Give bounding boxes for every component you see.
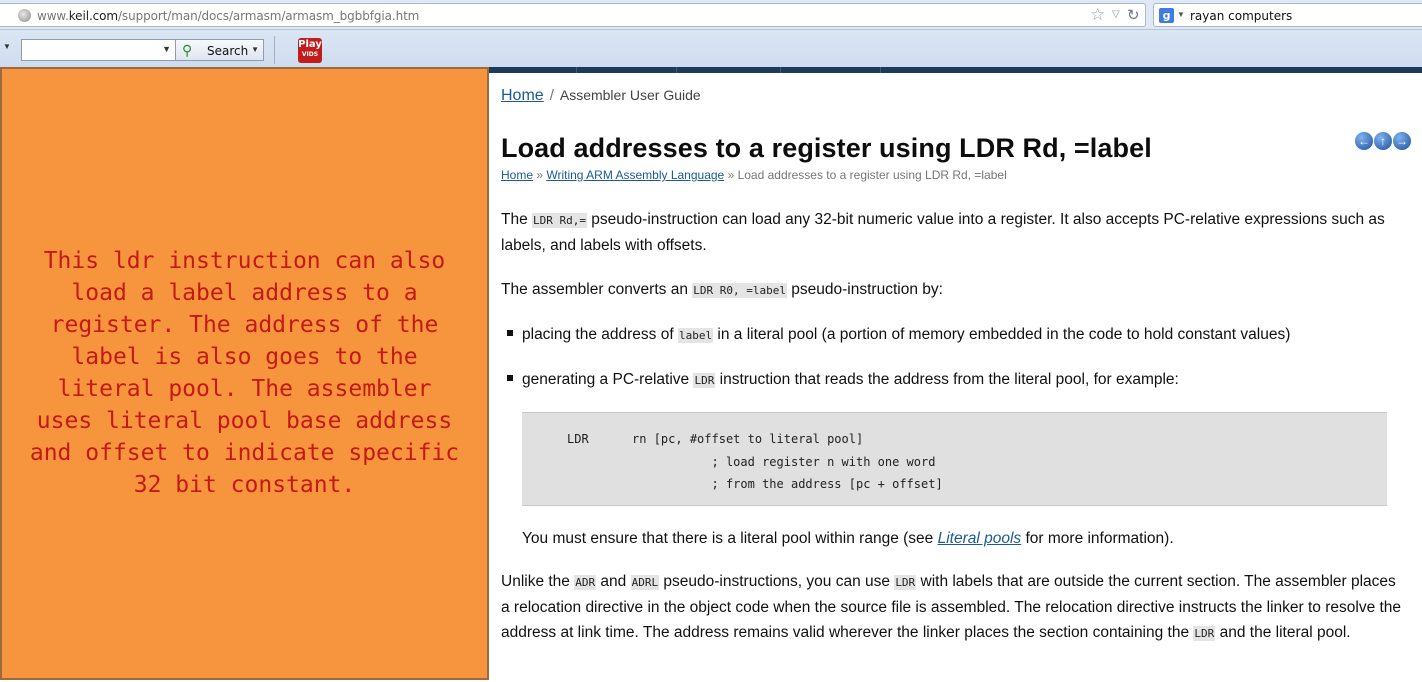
inline-code: LDR (1193, 626, 1216, 641)
inline-code: label (677, 328, 714, 343)
breadcrumb-separator: / (549, 87, 554, 104)
history-dropdown-icon[interactable]: ▽ (1112, 9, 1120, 20)
subcrumb-home-link[interactable]: Home (501, 168, 533, 182)
previous-page-icon[interactable]: ← (1355, 132, 1373, 150)
inline-code: LDR Rd,= (532, 213, 587, 228)
breadcrumb: Home / Assembler User Guide (501, 87, 701, 105)
toolbar-divider (274, 36, 275, 64)
bookmark-star-icon[interactable]: ☆ (1090, 6, 1105, 24)
url-text[interactable]: www.keil.com/support/man/docs/armasm/arm… (37, 9, 419, 23)
browser-search-input[interactable]: rayan computers (1190, 9, 1292, 23)
toolbar-search-button[interactable]: ⚲ Search ▼ (176, 39, 264, 61)
converts-paragraph: The assembler converts an LDR R0, =label… (501, 281, 943, 298)
inline-code: LDR (894, 575, 917, 590)
engine-dropdown-icon[interactable]: ▼ (1177, 10, 1185, 19)
intro-paragraph: The LDR Rd,= pseudo-instruction can load… (501, 211, 1385, 254)
subcrumb-section-link[interactable]: Writing ARM Assembly Language (546, 168, 724, 182)
list-item: generating a PC-relative LDR instruction… (507, 367, 1179, 393)
breadcrumb-home-link[interactable]: Home (501, 87, 544, 104)
inline-code: LDR (693, 373, 716, 388)
bullet-icon (507, 375, 513, 381)
search-dropdown-icon[interactable]: ▼ (251, 45, 259, 54)
subcrumb-current: Load addresses to a register using LDR R… (737, 168, 1007, 182)
bullet-icon (507, 330, 513, 336)
browser-search-box[interactable]: g ▼ rayan computers (1153, 3, 1422, 27)
google-engine-icon[interactable]: g (1159, 8, 1174, 23)
page-title: Load addresses to a register using LDR R… (501, 133, 1152, 163)
playvids-button[interactable]: Play VIDS (298, 38, 322, 63)
breadcrumb-current: Assembler User Guide (559, 87, 701, 103)
next-page-icon[interactable]: → (1393, 132, 1411, 150)
code-example: LDR rn [pc, #offset to literal pool] ; l… (567, 432, 943, 491)
toolbar-menu-arrow-icon[interactable]: ▼ (3, 42, 11, 51)
site-identity-icon[interactable] (18, 9, 31, 22)
site-nav-strip (488, 67, 1422, 73)
unlike-paragraph: Unlike the ADR and ADRL pseudo-instructi… (501, 573, 1402, 641)
search-button-label: Search (207, 44, 249, 58)
annotation-overlay: This ldr instruction can also load a lab… (0, 67, 489, 680)
playvids-sublabel: VIDS (301, 51, 319, 58)
address-field[interactable]: www.keil.com/support/man/docs/armasm/arm… (0, 3, 1146, 27)
inline-code: ADRL (630, 575, 660, 590)
section-breadcrumb: Home » Writing ARM Assembly Language » L… (501, 168, 1007, 182)
annotation-text: This ldr instruction can also load a lab… (29, 248, 460, 498)
browser-url-bar: www.keil.com/support/man/docs/armasm/arm… (0, 0, 1422, 30)
up-page-icon[interactable]: ↑ (1374, 132, 1392, 150)
addon-toolbar: ▼ ▼ ⚲ Search ▼ Play VIDS (0, 30, 1422, 68)
code-example-block: LDR rn [pc, #offset to literal pool] ; l… (522, 412, 1387, 506)
playvids-label: Play (298, 39, 322, 50)
inline-code: LDR R0, =label (692, 283, 787, 298)
inline-code: ADR (574, 575, 597, 590)
magnifier-icon: ⚲ (182, 42, 193, 58)
list-item: placing the address of label in a litera… (507, 322, 1290, 348)
literal-pool-note: You must ensure that there is a literal … (522, 530, 1174, 547)
page-nav-icons: ← ↑ → (1355, 132, 1412, 150)
reload-icon[interactable]: ↻ (1127, 6, 1140, 24)
combo-dropdown-icon[interactable]: ▼ (162, 44, 171, 54)
toolbar-search-combo[interactable]: ▼ (21, 39, 176, 61)
literal-pools-link[interactable]: Literal pools (938, 530, 1022, 547)
